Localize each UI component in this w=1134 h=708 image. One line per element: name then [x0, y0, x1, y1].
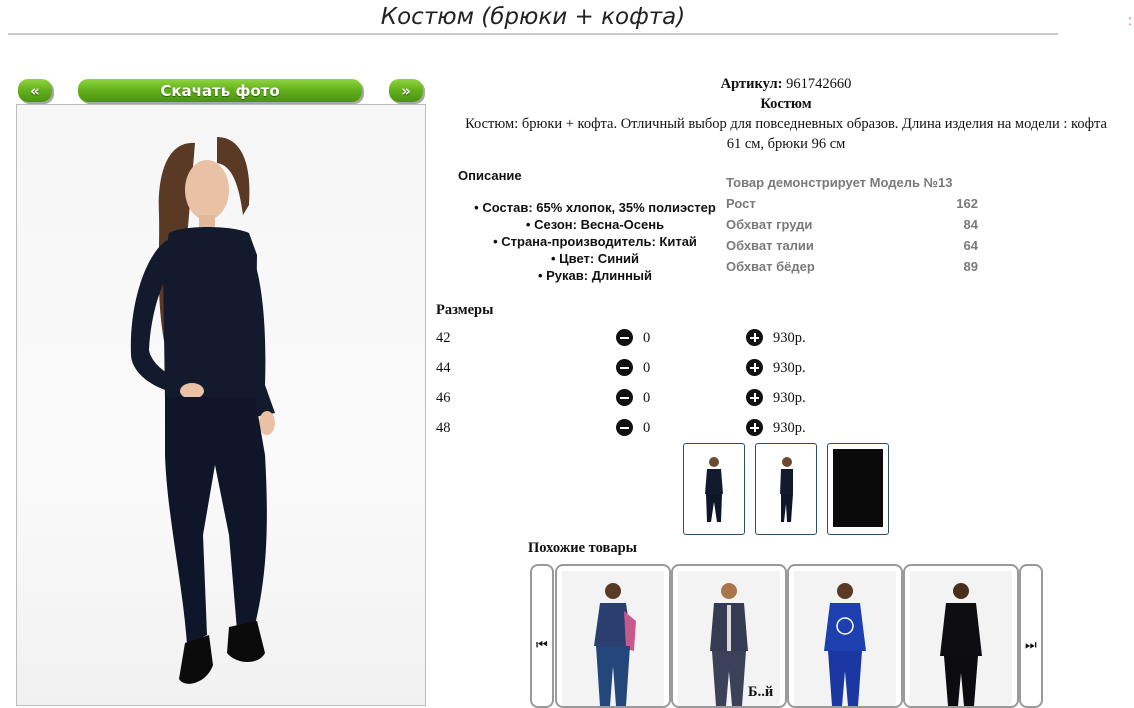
product-figure: [594, 583, 636, 706]
similar-product-image: [910, 571, 1012, 706]
article-value: 961742660: [786, 76, 852, 92]
plus-icon[interactable]: [746, 329, 763, 346]
attribute-item: Сезон: Весна-Осень: [450, 216, 740, 233]
product-figure: [824, 583, 866, 706]
price-value: 930р.: [773, 360, 806, 376]
similar-product-image: [562, 571, 664, 706]
title-divider: [8, 33, 1058, 35]
price-value: 930р.: [773, 330, 806, 346]
attribute-item: Цвет: Синий: [450, 250, 740, 267]
model-row-label: Обхват талии: [726, 238, 814, 253]
model-row-value: 64: [963, 238, 978, 253]
description-heading: Описание: [458, 168, 522, 183]
model-measurements: Товар демонстрирует Модель №13 Рост 162 …: [726, 174, 978, 279]
quantity-value: 0: [643, 420, 651, 436]
truncated-bottom-text: Б..й: [748, 684, 774, 700]
quantity-value: 0: [643, 360, 651, 376]
minus-icon[interactable]: [616, 329, 633, 346]
corner-mark: :: [1128, 12, 1132, 28]
skip-back-icon: ⏮: [536, 638, 548, 653]
attribute-list: Состав: 65% хлопок, 35% полиэстер Сезон:…: [450, 199, 740, 284]
download-photo-button[interactable]: Скачать фото: [78, 79, 362, 102]
model-figure-illustration: [130, 137, 275, 684]
attribute-item: Страна-производитель: Китай: [450, 233, 740, 250]
model-row-label: Обхват бёдер: [726, 259, 815, 274]
size-row: 44 0 930р.: [436, 357, 816, 379]
model-row-value: 162: [956, 196, 978, 211]
similar-product-card[interactable]: [555, 564, 671, 708]
minus-icon[interactable]: [616, 359, 633, 376]
similar-product-card[interactable]: [787, 564, 903, 708]
prev-photo-button[interactable]: «: [18, 79, 52, 102]
size-row: 48 0 930р.: [436, 417, 816, 439]
skip-forward-icon: ⏭: [1025, 638, 1037, 653]
minus-icon[interactable]: [616, 419, 633, 436]
product-figure: [940, 583, 982, 706]
page-title: Костюм (брюки + кофта): [380, 4, 686, 30]
attribute-item: Рукав: Длинный: [450, 267, 740, 284]
product-description-line-2: 61 см, брюки 96 см: [726, 136, 846, 152]
article-label: Артикул:: [720, 76, 783, 92]
model-row: Обхват груди 84: [726, 216, 978, 237]
next-photo-button[interactable]: »: [389, 79, 423, 102]
carousel-next-button[interactable]: ⏭: [1019, 564, 1043, 708]
similar-products-heading: Похожие товары: [528, 540, 637, 556]
article-line: Артикул: 961742660: [432, 74, 1134, 94]
size-label: 42: [436, 330, 451, 346]
thumbnail-figure: [705, 457, 723, 522]
model-heading: Товар демонстрирует Модель №13: [726, 175, 953, 190]
size-label: 48: [436, 420, 451, 436]
model-row-label: Обхват груди: [726, 217, 813, 232]
price-value: 930р.: [773, 420, 806, 436]
carousel-prev-button[interactable]: ⏮: [530, 564, 554, 708]
fabric-swatch: [833, 449, 883, 527]
model-row: Обхват талии 64: [726, 237, 978, 258]
similar-product-image: [794, 571, 896, 706]
price-value: 930р.: [773, 390, 806, 406]
similar-product-card[interactable]: [903, 564, 1019, 708]
quantity-value: 0: [643, 330, 651, 346]
model-row-label: Рост: [726, 196, 756, 211]
size-row: 42 0 930р.: [436, 327, 816, 349]
product-description-line-1: Костюм: брюки + кофта. Отличный выбор дл…: [465, 116, 1107, 132]
plus-icon[interactable]: [746, 389, 763, 406]
sizes-heading: Размеры: [436, 302, 494, 318]
size-label: 44: [436, 360, 451, 376]
quantity-value: 0: [643, 390, 651, 406]
size-label: 46: [436, 390, 451, 406]
size-row: 46 0 930р.: [436, 387, 816, 409]
main-product-photo: [16, 104, 426, 706]
attribute-item: Состав: 65% хлопок, 35% полиэстер: [450, 199, 740, 216]
minus-icon[interactable]: [616, 389, 633, 406]
model-row-value: 84: [963, 217, 978, 232]
product-info: Артикул: 961742660 Костюм Костюм: брюки …: [432, 74, 1134, 154]
thumbnail-front[interactable]: [683, 443, 745, 535]
model-row-value: 89: [963, 259, 978, 274]
model-row: Обхват бёдер 89: [726, 258, 978, 279]
thumbnail-figure: [780, 457, 793, 522]
thumbnail-side[interactable]: [755, 443, 817, 535]
plus-icon[interactable]: [746, 419, 763, 436]
plus-icon[interactable]: [746, 359, 763, 376]
product-name: Костюм: [760, 96, 812, 112]
model-row: Рост 162: [726, 195, 978, 216]
thumbnail-fabric-detail[interactable]: [827, 443, 889, 535]
